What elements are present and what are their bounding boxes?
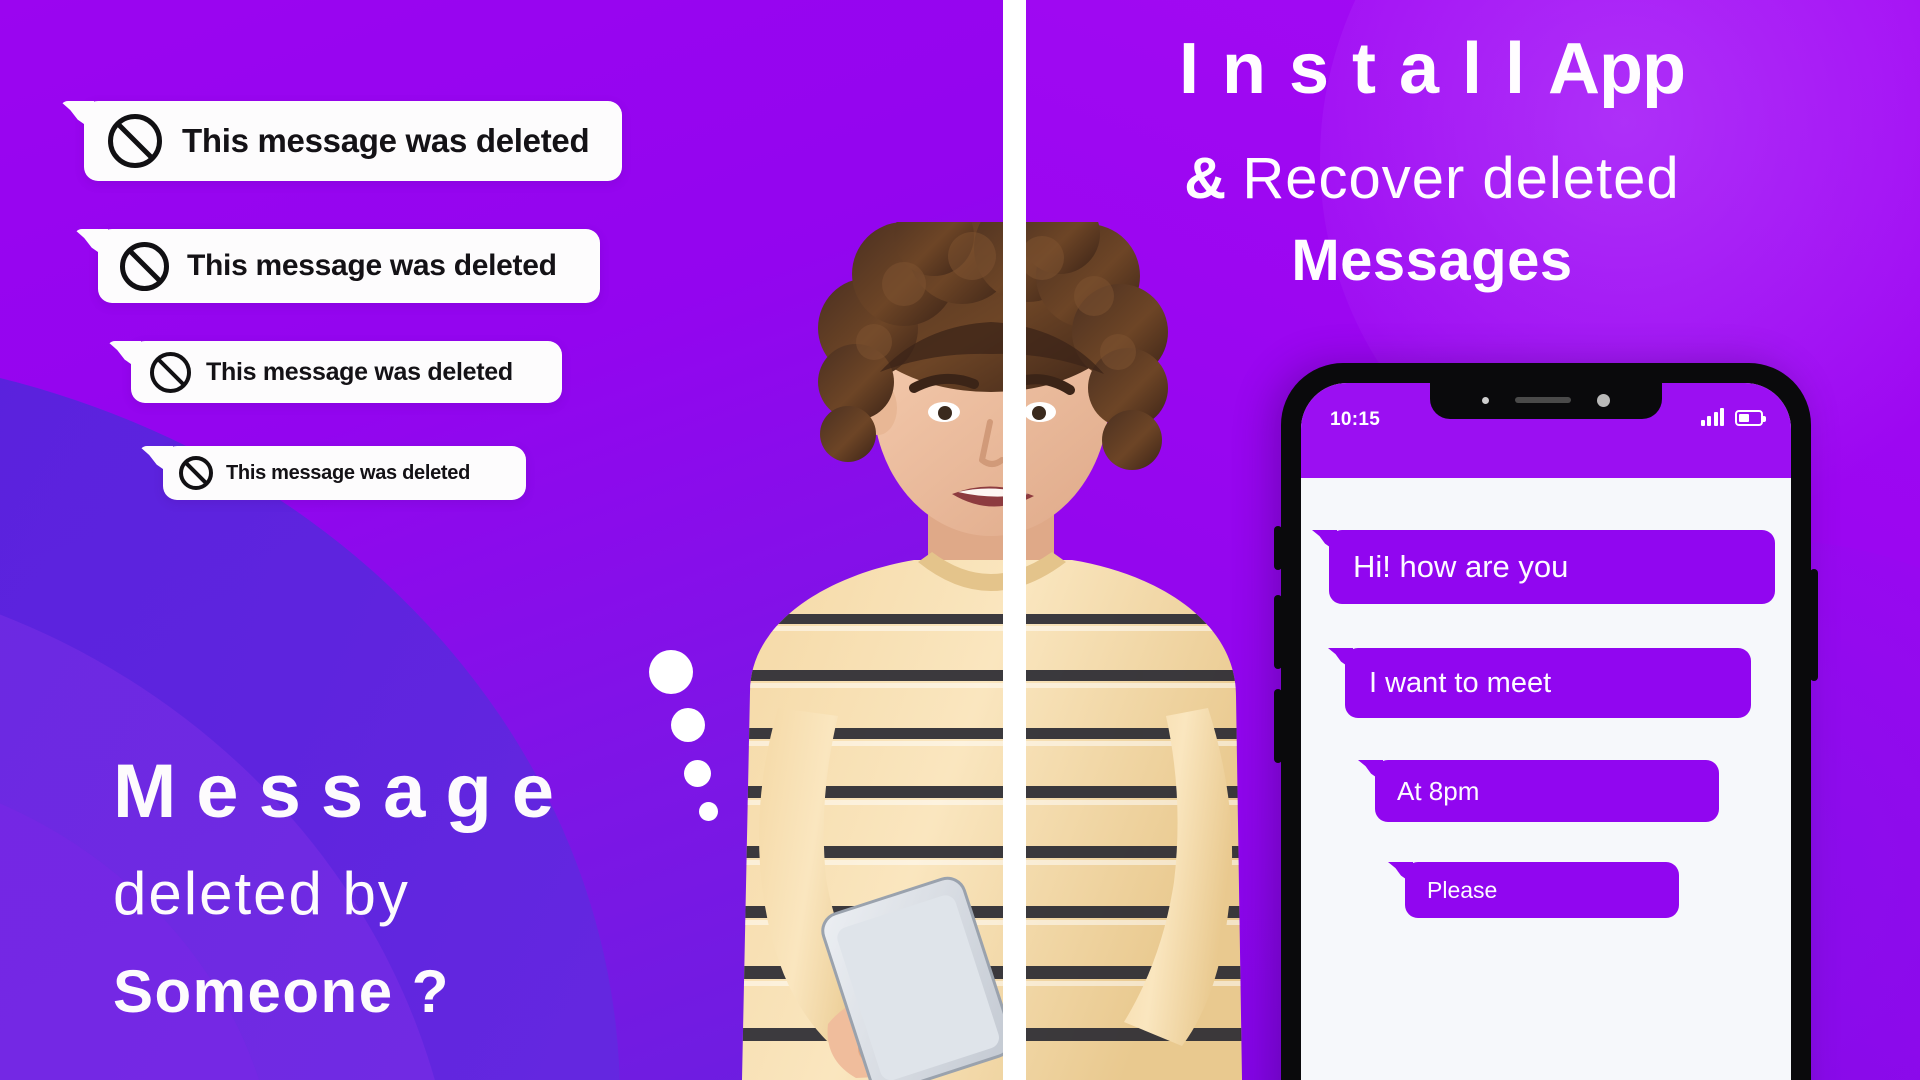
headline-recover-deleted: Recover deleted xyxy=(1242,146,1680,211)
deleted-message-text: This message was deleted xyxy=(182,122,590,159)
chat-bubble-text: I want to meet xyxy=(1369,666,1552,699)
chat-bubble: I want to meet xyxy=(1345,648,1751,718)
no-entry-icon xyxy=(108,114,162,168)
chat-bubble: At 8pm xyxy=(1375,760,1719,822)
left-headline-line1: Message xyxy=(113,749,575,834)
chat-bubble-text: Please xyxy=(1427,876,1498,903)
phone-power-button[interactable] xyxy=(1810,569,1818,681)
status-bar-time: 10:15 xyxy=(1330,409,1381,430)
deleted-message-bubble: This message was deleted xyxy=(163,446,526,500)
chat-conversation: Hi! how are you I want to meet At 8pm Pl… xyxy=(1301,478,1791,918)
left-headline-line2: deleted by xyxy=(113,860,410,927)
ampersand-glyph: & xyxy=(1184,146,1227,211)
deleted-message-text: This message was deleted xyxy=(187,249,557,282)
promo-banner: This message was deleted This message wa… xyxy=(0,0,1920,1080)
status-bar-indicators xyxy=(1700,408,1766,426)
deleted-message-bubble: This message was deleted xyxy=(98,229,600,303)
deleted-message-bubble: This message was deleted xyxy=(84,101,622,181)
no-entry-icon xyxy=(120,241,169,291)
status-bar: 10:15 xyxy=(1301,383,1791,478)
no-entry-icon xyxy=(179,456,213,490)
right-headline-line1: InstallApp xyxy=(1026,33,1879,105)
chat-bubble: Please xyxy=(1405,862,1679,918)
chat-bubble-text: At 8pm xyxy=(1397,775,1480,806)
deleted-message-text: This message was deleted xyxy=(206,357,513,386)
no-entry-icon xyxy=(150,351,191,393)
chat-bubble: Hi! how are you xyxy=(1329,530,1775,604)
right-headline-line2: & Recover deleted xyxy=(1026,150,1879,208)
proximity-sensor-icon xyxy=(1482,396,1489,404)
chat-bubble-text: Hi! how are you xyxy=(1353,549,1569,584)
battery-half-icon xyxy=(1735,410,1766,426)
deleted-message-text: This message was deleted xyxy=(226,461,471,484)
earpiece-speaker-icon xyxy=(1515,397,1571,403)
phone-screen: 10:15 Hi! how are you I want to meet At … xyxy=(1301,383,1791,1080)
deleted-message-bubble: This message was deleted xyxy=(131,341,562,403)
signal-bars-icon xyxy=(1700,408,1724,426)
person-photo xyxy=(642,222,1322,1080)
left-headline-line3: Someone ? xyxy=(113,958,450,1025)
front-camera-icon xyxy=(1597,393,1610,407)
panel-divider xyxy=(1003,0,1026,1080)
headline-app-word: App xyxy=(1548,29,1686,109)
phone-notch xyxy=(1430,383,1662,419)
phone-mockup: 10:15 Hi! how are you I want to meet At … xyxy=(1274,363,1818,1080)
headline-install-word: Install xyxy=(1178,29,1549,109)
